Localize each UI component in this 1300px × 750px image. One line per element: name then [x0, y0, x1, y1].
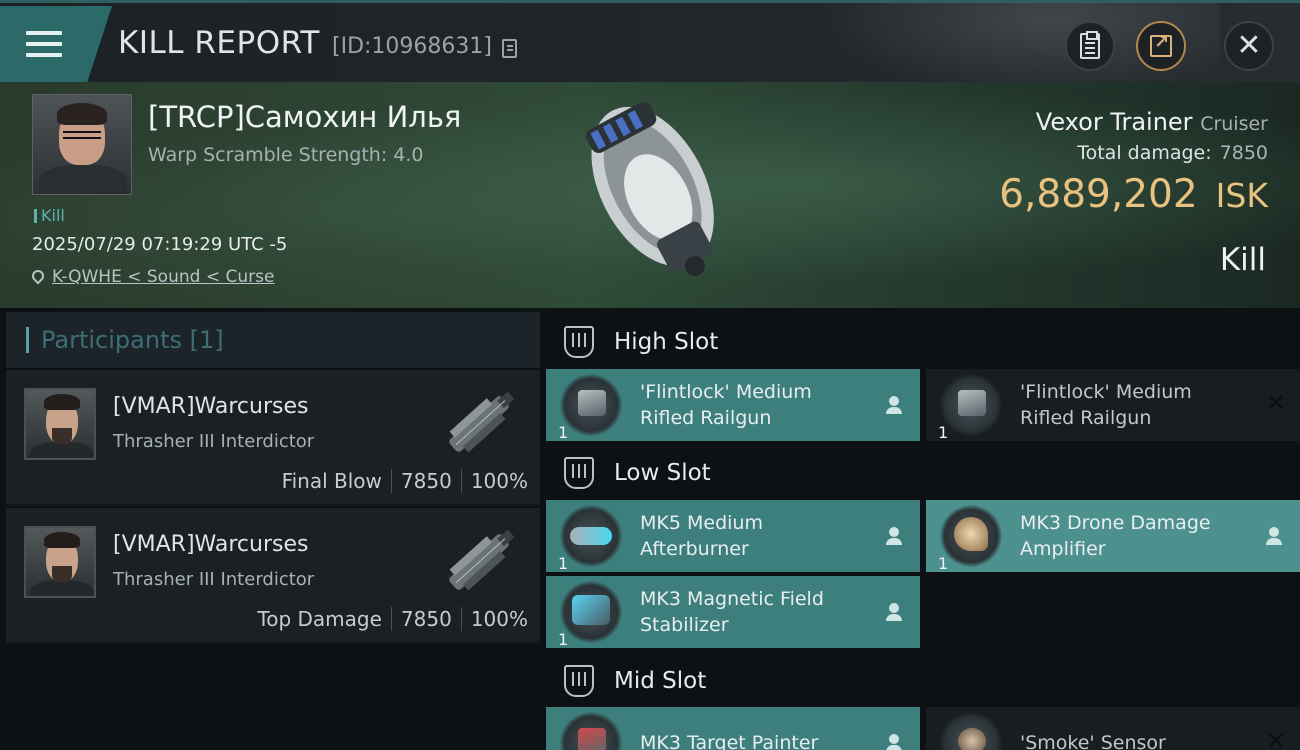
- fitted-user-icon: [886, 396, 902, 416]
- module-name: 'Flintlock' Medium Rifled Railgun: [1020, 381, 1192, 429]
- participant-role: Top Damage: [257, 607, 382, 631]
- menu-icon: [26, 31, 62, 57]
- ship-name: Vexor Trainer: [1035, 108, 1193, 136]
- participant-row[interactable]: [VMAR]Warcurses Thrasher III Interdictor…: [6, 370, 540, 506]
- participant-name: [VMAR]Warcurses: [113, 394, 309, 419]
- report-id: [ID:10968631]: [332, 34, 492, 59]
- fittings-panel: High Slot 1 'Flintlock' Medium Rifled Ra…: [546, 312, 1300, 750]
- participant-ship-render: [449, 391, 515, 453]
- copy-icon[interactable]: [502, 39, 517, 58]
- module-item[interactable]: 1 'Smoke' Sensor ✕: [926, 707, 1300, 750]
- participant-stats: Top Damage 7850 100%: [257, 607, 528, 631]
- warp-scramble-strength: Warp Scramble Strength: 4.0: [148, 144, 424, 166]
- module-item[interactable]: 1 MK5 Medium Afterburner: [546, 500, 920, 573]
- total-damage-label: Total damage:: [1077, 142, 1212, 164]
- fitted-user-icon: [886, 734, 902, 750]
- module-name: MK3 Magnetic Field Stabilizer: [640, 588, 824, 636]
- mid-slot-label: Mid Slot: [614, 668, 707, 694]
- module-item[interactable]: 1 MK3 Magnetic Field Stabilizer: [546, 576, 920, 649]
- target-painter-icon: 1: [560, 712, 622, 750]
- module-quantity: 1: [938, 554, 949, 573]
- kill-outcome: Kill: [1219, 242, 1266, 278]
- destroyed-x-icon: ✕: [1265, 389, 1286, 417]
- share-icon: [1150, 32, 1172, 57]
- participant-damage: 7850: [400, 607, 452, 631]
- location-pin-icon: [29, 267, 47, 285]
- victim-ship-render: [586, 101, 714, 277]
- module-item[interactable]: 1 MK3 Target Painter: [546, 707, 920, 750]
- high-slot-header: High Slot: [546, 312, 1300, 372]
- participant-ship-render: [449, 529, 515, 591]
- total-damage: Total damage: 7850: [1077, 142, 1268, 164]
- participant-percent: 100%: [470, 469, 528, 493]
- participant-avatar[interactable]: [24, 388, 96, 460]
- participant-percent: 100%: [470, 607, 528, 631]
- mid-slot-icon: [564, 665, 594, 697]
- participants-header[interactable]: Participants [1]: [6, 312, 540, 368]
- clipboard-button[interactable]: [1065, 21, 1115, 71]
- kill-datetime: 2025/07/29 07:19:29 UTC -5: [32, 234, 288, 255]
- railgun-icon: 1: [558, 374, 622, 442]
- isk-amount: 6,889,202: [999, 172, 1198, 217]
- fitted-user-icon: [1266, 527, 1282, 547]
- high-slot-label: High Slot: [614, 329, 719, 355]
- share-button[interactable]: [1136, 21, 1186, 71]
- victim-ship[interactable]: Vexor Trainer Cruiser: [1036, 108, 1268, 136]
- module-item[interactable]: 1 MK3 Drone Damage Amplifier: [926, 500, 1300, 573]
- participant-ship: Thrasher III Interdictor: [113, 569, 315, 590]
- participant-role: Final Blow: [281, 469, 382, 493]
- module-item[interactable]: 1 'Flintlock' Medium Rifled Railgun: [546, 369, 920, 442]
- magnetic-field-stabilizer-icon: 1: [558, 581, 622, 649]
- close-button[interactable]: ✕: [1224, 21, 1274, 71]
- module-quantity: 1: [558, 630, 569, 649]
- low-slot-icon: [564, 457, 594, 489]
- module-name: MK5 Medium Afterburner: [640, 512, 763, 560]
- participant-damage: 7850: [400, 469, 452, 493]
- participant-stats: Final Blow 7850 100%: [282, 469, 528, 493]
- title-bar: KILL REPORT [ID:10968631] ✕: [0, 0, 1300, 82]
- fitted-user-icon: [886, 527, 902, 547]
- module-name: 'Flintlock' Medium Rifled Railgun: [640, 381, 812, 429]
- clipboard-icon: [1080, 31, 1100, 59]
- module-name: MK3 Drone Damage Amplifier: [1020, 512, 1211, 560]
- module-quantity: 1: [938, 423, 949, 442]
- kill-tag: Kill: [34, 206, 65, 225]
- victim-portrait[interactable]: [32, 94, 132, 195]
- drone-damage-amplifier-icon: 1: [938, 505, 1002, 573]
- module-quantity: 1: [558, 554, 569, 573]
- module-quantity: 1: [558, 423, 569, 442]
- afterburner-icon: 1: [558, 505, 622, 573]
- participant-row[interactable]: [VMAR]Warcurses Thrasher III Interdictor…: [6, 508, 540, 644]
- isk-unit: ISK: [1215, 176, 1268, 215]
- participant-avatar[interactable]: [24, 526, 96, 598]
- participant-name: [VMAR]Warcurses: [113, 532, 309, 557]
- module-name: MK3 Target Painter: [640, 732, 819, 750]
- close-icon: ✕: [1236, 28, 1262, 63]
- mid-slot-header: Mid Slot: [546, 651, 1300, 711]
- low-slot-label: Low Slot: [614, 460, 711, 486]
- isk-value: 6,889,202 ISK: [999, 172, 1268, 217]
- module-name: 'Smoke' Sensor: [1020, 732, 1166, 750]
- destroyed-x-icon: ✕: [1265, 727, 1286, 750]
- location-link[interactable]: K-QWHE < Sound < Curse: [52, 267, 274, 287]
- fitted-user-icon: [886, 603, 902, 623]
- participant-ship: Thrasher III Interdictor: [113, 431, 315, 452]
- kill-location[interactable]: K-QWHE < Sound < Curse: [29, 267, 274, 287]
- total-damage-value: 7850: [1219, 142, 1268, 164]
- sensor-icon: 1: [940, 712, 1002, 750]
- victim-banner: [TRCP]Самохин Илья Warp Scramble Strengt…: [0, 82, 1300, 308]
- participants-panel: Participants [1] [VMAR]Warcurses Thrashe…: [6, 312, 540, 750]
- menu-button[interactable]: [0, 6, 112, 82]
- module-item[interactable]: 1 'Flintlock' Medium Rifled Railgun ✕: [926, 369, 1300, 442]
- page-title: KILL REPORT: [118, 25, 320, 61]
- railgun-icon: 1: [938, 374, 1002, 442]
- low-slot-header: Low Slot: [546, 443, 1300, 503]
- ship-class: Cruiser: [1200, 113, 1268, 135]
- victim-name[interactable]: [TRCP]Самохин Илья: [148, 100, 461, 134]
- high-slot-icon: [564, 326, 594, 358]
